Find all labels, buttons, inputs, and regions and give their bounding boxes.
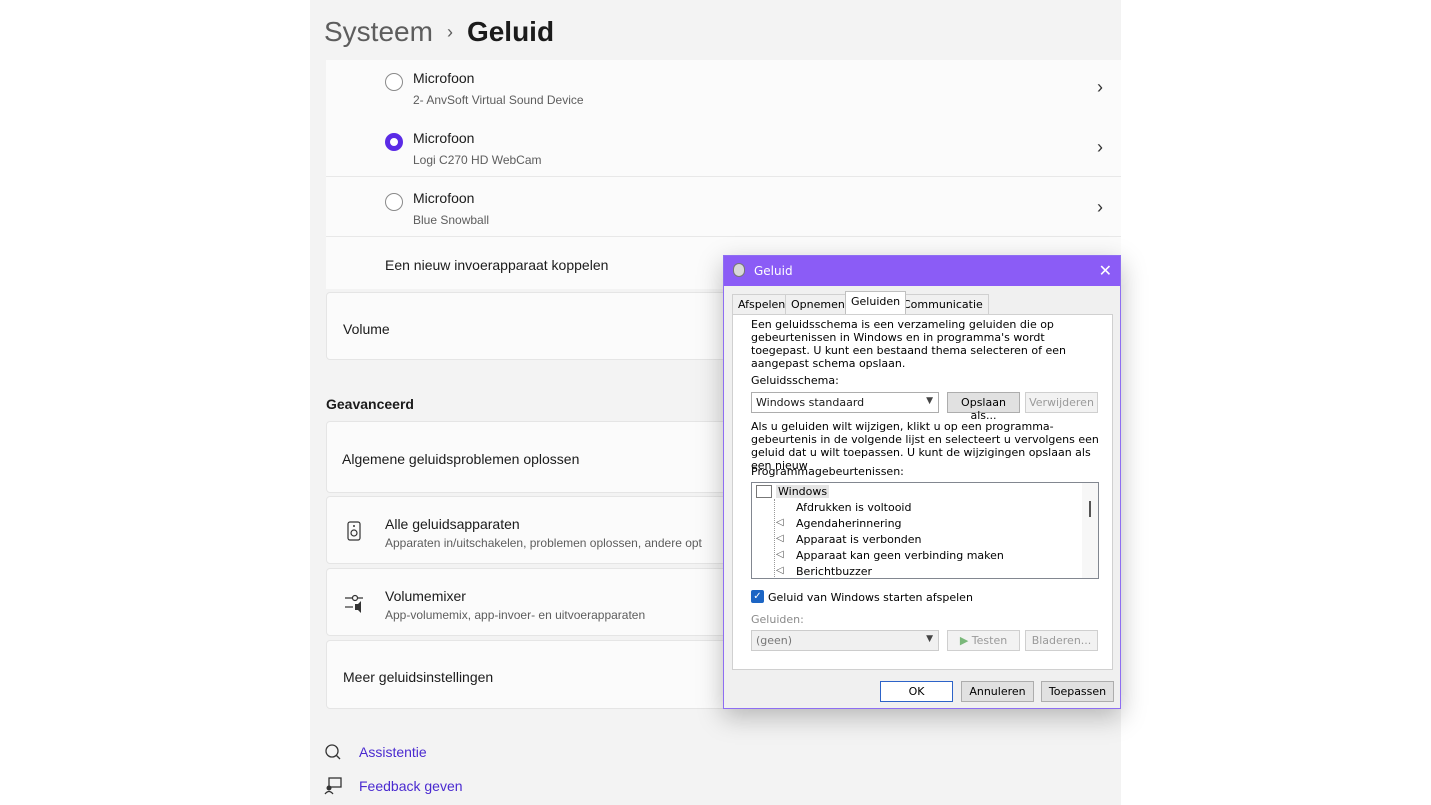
radio-button-selected[interactable] [385,133,403,151]
speaker-icon: ◁ [776,549,784,560]
breadcrumb: Systeem › Geluid [324,16,554,48]
cancel-button[interactable]: Annuleren [961,681,1034,702]
event-label: Agendaherinnering [796,517,902,530]
speaker-icon: ◁ [776,517,784,528]
troubleshoot-label: Algemene geluidsproblemen oplossen [342,451,580,467]
device-title: Microfoon [413,190,475,206]
help-link[interactable]: Assistentie [359,744,427,760]
events-list[interactable]: Windows Afdrukken is voltooid ◁ Agendahe… [751,482,1099,579]
input-device-row[interactable]: Microfoon Logi C270 HD WebCam › [326,117,1121,177]
sounds-value: (geen) [756,634,793,647]
scrollbar-thumb[interactable] [1089,501,1091,517]
feedback-link[interactable]: Feedback geven [359,778,463,794]
scheme-value: Windows standaard [756,396,865,409]
chevron-right-icon: › [446,21,453,42]
startup-checkbox[interactable]: ✓ [751,590,764,603]
events-root-label: Windows [776,485,830,498]
events-label: Programmagebeurtenissen: [751,465,904,478]
input-device-row[interactable]: Microfoon 2- AnvSoft Virtual Sound Devic… [326,60,1121,120]
device-title: Microfoon [413,130,475,146]
chevron-right-icon: › [1097,137,1103,157]
device-subtitle: Blue Snowball [413,213,490,227]
sound-app-icon [733,263,745,277]
event-label: Afdrukken is voltooid [796,501,912,514]
help-icon [324,743,342,766]
section-title-advanced: Geavanceerd [326,396,414,412]
tab-communicatie[interactable]: Communicatie [897,294,989,314]
sound-dialog: Geluid ✕ Afspelen Opnemen Geluiden Commu… [723,255,1121,709]
window-icon [756,485,772,498]
scheme-label: Geluidsschema: [751,374,839,387]
pair-input-label: Een nieuw invoerapparaat koppelen [385,257,609,273]
test-button[interactable]: ▶ Testen [947,630,1020,651]
more-sound-settings-label: Meer geluidsinstellingen [343,669,494,685]
ok-button[interactable]: OK [880,681,953,702]
event-label: Berichtbuzzer [796,565,873,578]
sounds-select[interactable]: (geen) ▼ [751,630,939,651]
dialog-titlebar[interactable]: Geluid ✕ [724,256,1120,286]
chevron-down-icon: ▼ [926,634,933,644]
intro-text: Een geluidsschema is een verzameling gel… [751,318,1066,370]
event-label: Apparaat kan geen verbinding maken [796,549,1004,562]
chevron-right-icon: › [1097,197,1103,217]
radio-button[interactable] [385,193,403,211]
breadcrumb-systeem[interactable]: Systeem [324,16,433,48]
apply-button[interactable]: Toepassen [1041,681,1114,702]
tab-geluiden[interactable]: Geluiden [845,291,907,314]
volume-mixer-subtitle: App-volumemix, app-invoer- en uitvoerapp… [385,608,646,622]
event-label: Apparaat is verbonden [796,533,922,546]
input-device-row[interactable]: Microfoon Blue Snowball › [326,177,1121,237]
radio-button[interactable] [385,73,403,91]
feedback-icon [324,777,342,800]
page-title: Geluid [466,16,555,47]
browse-button[interactable]: Bladeren... [1025,630,1098,651]
test-label: Testen [971,634,1008,647]
all-devices-title: Alle geluidsapparaten [385,516,520,532]
sounds-tab-panel: Een geluidsschema is een verzameling gel… [732,314,1113,670]
chevron-right-icon: › [1097,77,1103,97]
volume-label: Volume [343,321,390,337]
tab-afspelen[interactable]: Afspelen [732,294,792,314]
device-subtitle: 2- AnvSoft Virtual Sound Device [413,93,584,107]
scheme-select[interactable]: Windows standaard ▼ [751,392,939,413]
sounds-label: Geluiden: [751,613,804,626]
dialog-title: Geluid [754,264,793,278]
save-as-button[interactable]: Opslaan als... [947,392,1020,422]
tab-opnemen[interactable]: Opnemen [785,294,851,314]
device-subtitle: Logi C270 HD WebCam [413,153,542,167]
speaker-icon: ◁ [776,565,784,576]
all-devices-subtitle: Apparaten in/uitschakelen, problemen opl… [385,536,702,550]
chevron-down-icon: ▼ [926,396,933,406]
play-icon: ▶ [959,634,969,647]
tree-line [774,499,775,578]
device-title: Microfoon [413,70,475,86]
speaker-icon: ◁ [776,533,784,544]
close-icon[interactable]: ✕ [1099,261,1112,280]
startup-checkbox-label: Geluid van Windows starten afspelen [768,591,973,604]
speaker-device-icon [347,521,361,541]
delete-button[interactable]: Verwijderen [1025,392,1098,413]
volume-mixer-icon [345,594,363,613]
scrollbar[interactable] [1082,483,1098,578]
volume-mixer-title: Volumemixer [385,588,466,604]
